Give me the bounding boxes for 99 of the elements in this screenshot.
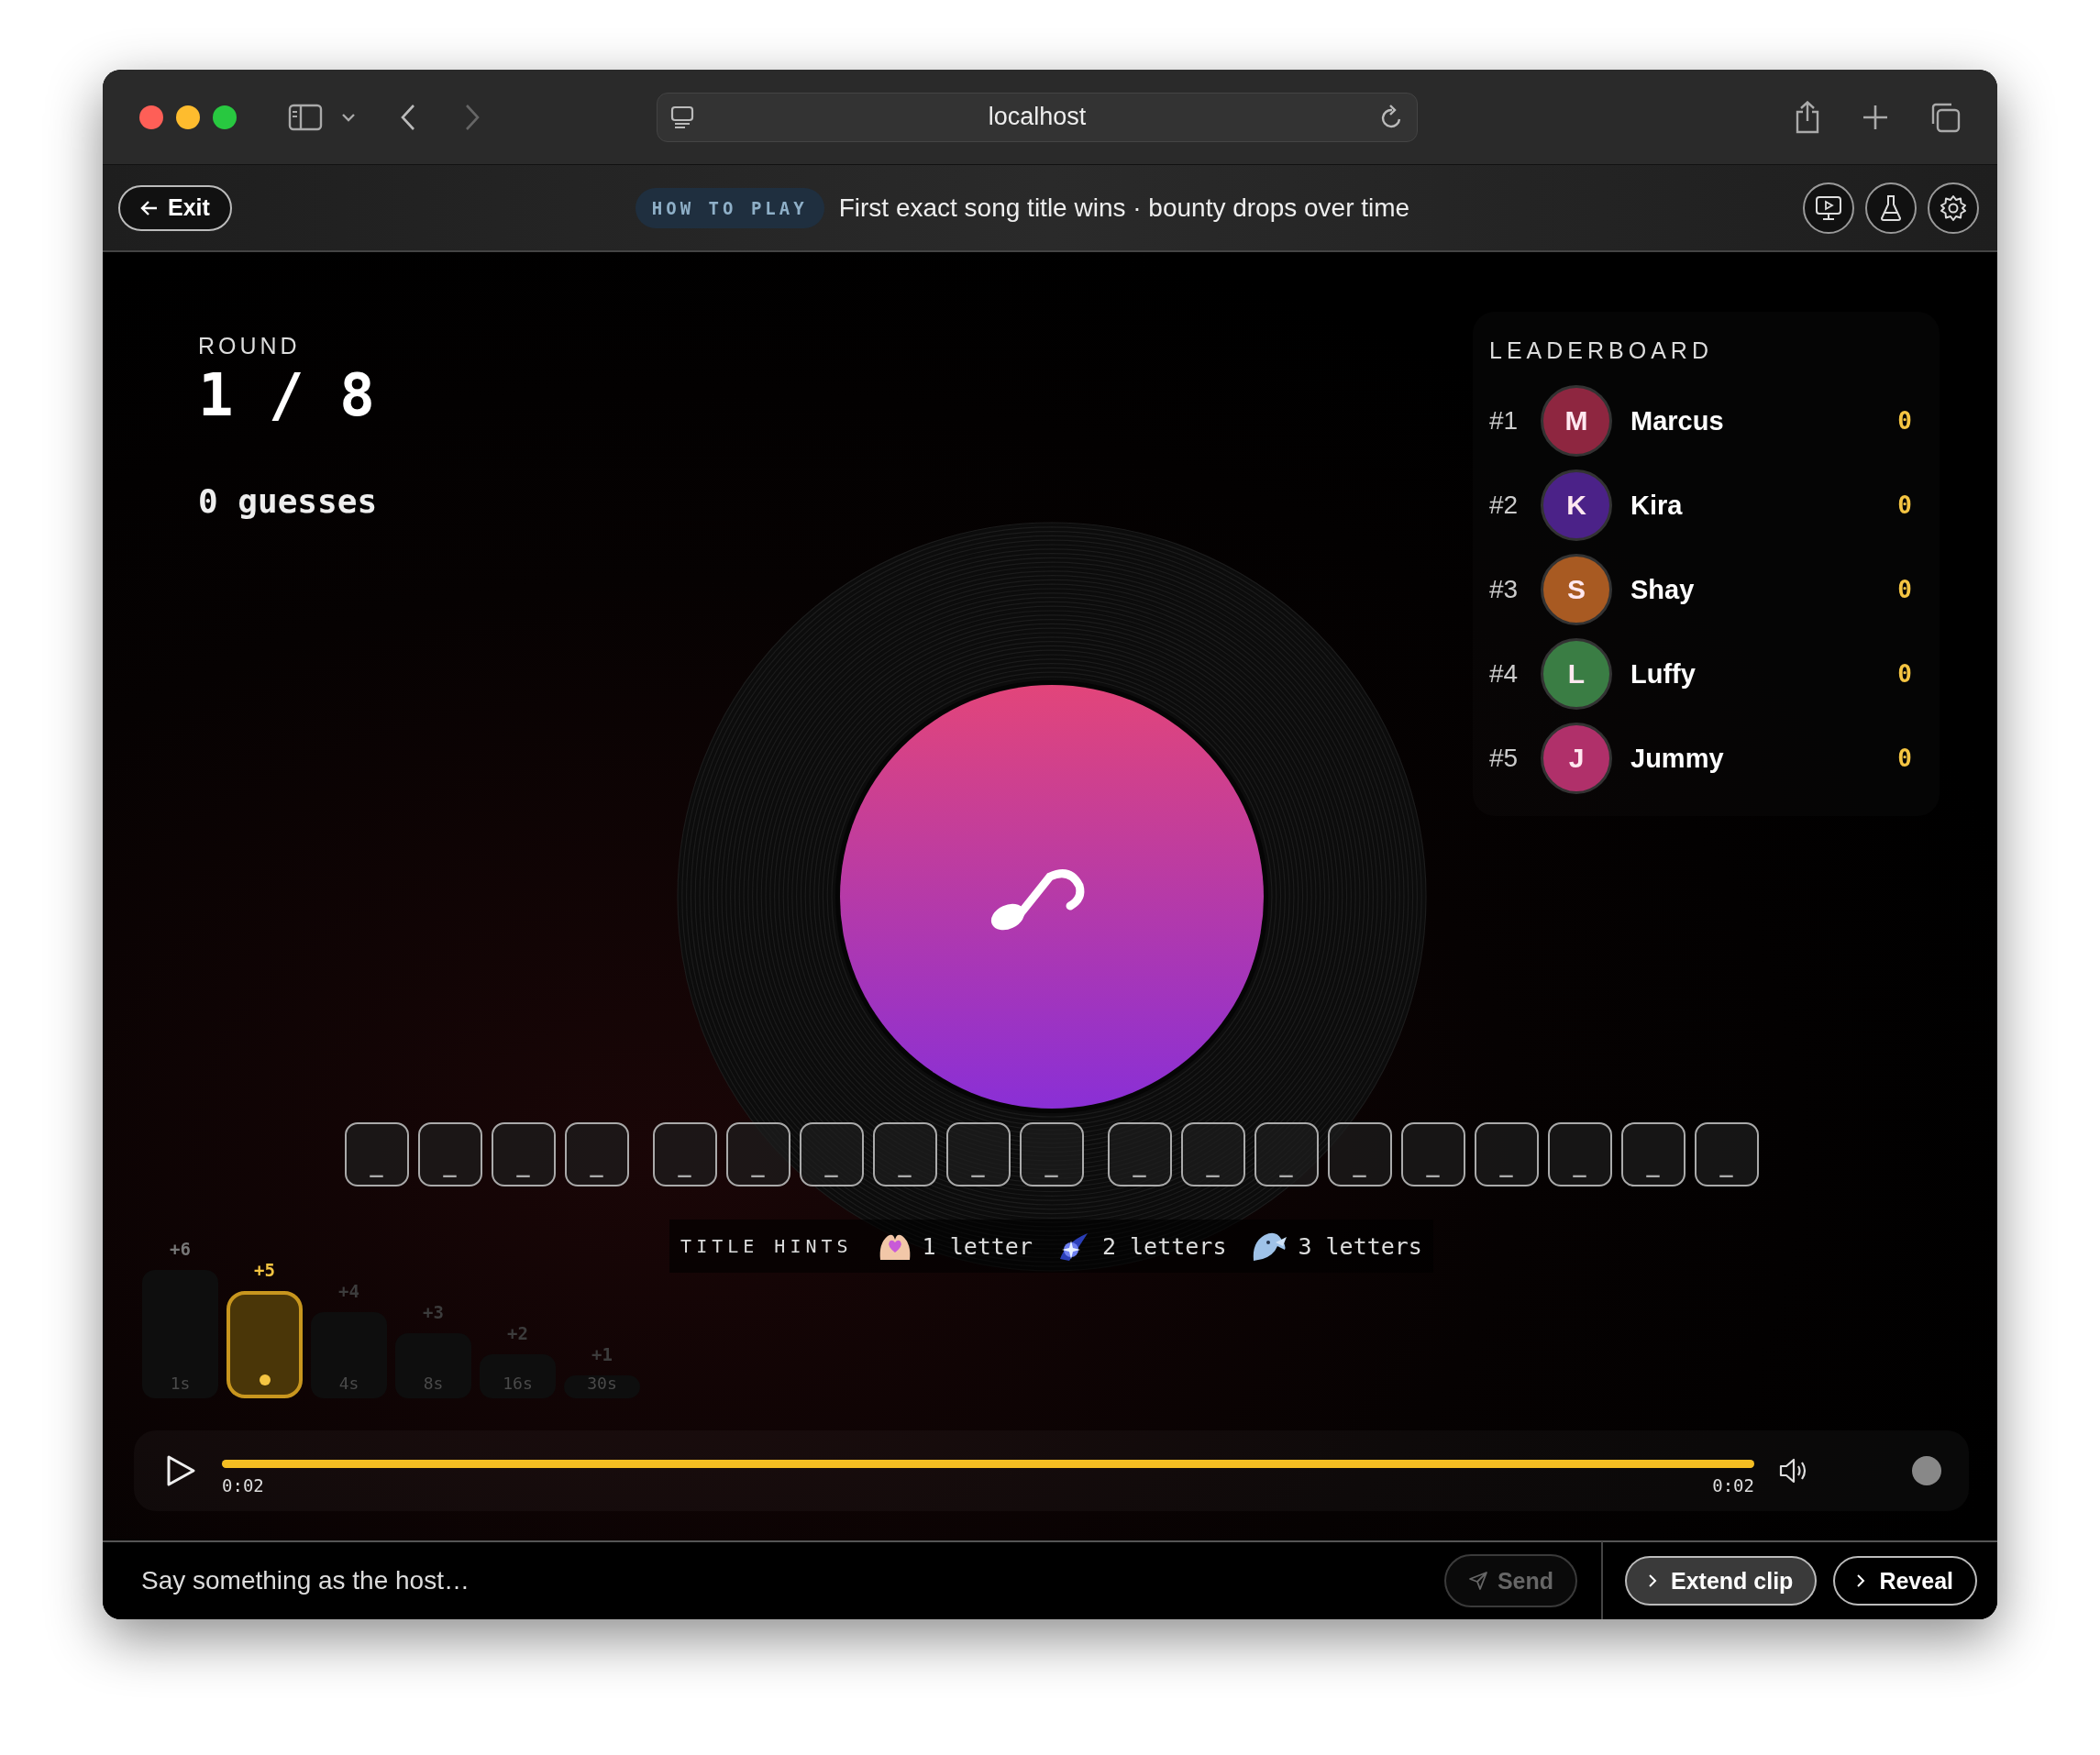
screen-icon	[1815, 194, 1842, 221]
zoom-window-button[interactable]	[213, 105, 237, 129]
round-label: ROUND	[198, 333, 302, 359]
letter-slot: _	[1254, 1122, 1319, 1187]
bounty-step[interactable]: 16s	[480, 1354, 556, 1398]
forward-icon[interactable]	[464, 103, 481, 131]
flask-button[interactable]	[1865, 182, 1917, 234]
letter-slot: _	[1019, 1122, 1084, 1187]
player-avatar: L	[1541, 638, 1612, 710]
chevron-down-icon[interactable]	[341, 112, 356, 122]
player-rank: #3	[1489, 575, 1520, 604]
page-icon	[670, 105, 694, 129]
hint-text: 3 letters	[1298, 1232, 1422, 1260]
letter-slot: _	[1620, 1122, 1686, 1187]
screen-play-button[interactable]	[1803, 182, 1854, 234]
share-icon[interactable]	[1794, 100, 1821, 134]
letter-slot: _	[564, 1122, 629, 1187]
player-rank: #1	[1489, 406, 1520, 436]
total-time: 0:02	[1712, 1474, 1754, 1496]
leaderboard-title: LEADERBOARD	[1489, 337, 1714, 364]
player-name: Jummy	[1630, 743, 1725, 774]
exit-button[interactable]: Exit	[118, 184, 232, 231]
letter-slot: _	[417, 1122, 482, 1187]
back-icon[interactable]	[400, 103, 416, 131]
bounty-points: +1	[591, 1344, 613, 1364]
bounty-time: 30s	[587, 1374, 617, 1393]
bounty-step[interactable]: 30s	[564, 1375, 640, 1398]
new-tab-icon[interactable]	[1862, 103, 1889, 131]
player-avatar: J	[1541, 723, 1612, 794]
close-window-button[interactable]	[139, 105, 163, 129]
volume-knob[interactable]	[1912, 1456, 1941, 1485]
tabs-overview-icon[interactable]	[1929, 101, 1961, 133]
player-score: 0	[1897, 407, 1912, 435]
letter-slot: _	[1180, 1122, 1245, 1187]
player-rank: #2	[1489, 491, 1520, 520]
player-name: Shay	[1630, 574, 1696, 605]
letter-slot: _	[799, 1122, 864, 1187]
bounty-time: 16s	[503, 1374, 533, 1393]
chat-input[interactable]: Say something as the host…	[139, 1565, 1444, 1596]
bounty-points: +2	[507, 1323, 528, 1343]
flask-icon	[1879, 193, 1903, 222]
music-note-icon	[990, 869, 1084, 931]
letter-slot: _	[1694, 1122, 1759, 1187]
bounty-time: 8s	[423, 1374, 444, 1393]
chevron-right-icon	[1647, 1573, 1658, 1589]
bounty-step[interactable]: 4s	[311, 1312, 387, 1398]
player-score: 0	[1897, 745, 1912, 772]
player-avatar: K	[1541, 469, 1612, 541]
bounty-points: +4	[338, 1281, 359, 1301]
player-name: Marcus	[1630, 405, 1725, 436]
bounty-step[interactable]	[227, 1291, 303, 1398]
letter-slot: _	[872, 1122, 937, 1187]
send-icon	[1467, 1571, 1488, 1591]
bounty-time: 4s	[338, 1374, 359, 1393]
current-step-dot	[259, 1374, 271, 1385]
player-avatar: S	[1541, 554, 1612, 625]
player-rank: #5	[1489, 744, 1520, 773]
letter-slot: _	[652, 1122, 717, 1187]
guess-count: 0 guesses	[198, 482, 379, 520]
address-bar[interactable]: localhost	[657, 92, 1418, 142]
letter-slot: _	[1474, 1122, 1539, 1187]
elapsed-time: 0:02	[222, 1474, 264, 1496]
player-score: 0	[1897, 491, 1912, 519]
settings-button[interactable]	[1928, 182, 1979, 234]
player-name: Luffy	[1630, 658, 1697, 690]
minimize-window-button[interactable]	[176, 105, 200, 129]
hint-text: 1 letter	[922, 1232, 1033, 1260]
letter-slot: _	[1547, 1122, 1612, 1187]
player-avatar: M	[1541, 385, 1612, 457]
how-to-play-badge: HOW TO PLAY	[635, 187, 824, 228]
letter-slot: _	[725, 1122, 790, 1187]
bounty-time: 1s	[170, 1374, 191, 1393]
gear-icon	[1940, 193, 1967, 222]
letter-slot: _	[1107, 1122, 1172, 1187]
letter-slot: _	[1400, 1122, 1465, 1187]
hint-text: 2 letters	[1101, 1232, 1227, 1260]
letter-slot: _	[344, 1122, 409, 1187]
player-score: 0	[1897, 576, 1912, 603]
arrow-left-icon	[140, 199, 159, 216]
chevron-right-icon	[1855, 1573, 1867, 1589]
player-name: Kira	[1630, 490, 1684, 521]
bounty-points: +5	[254, 1260, 275, 1280]
letter-slot: _	[945, 1122, 1011, 1187]
bounty-step[interactable]: 8s	[395, 1333, 471, 1398]
bounty-points: +3	[423, 1302, 444, 1322]
bounty-step[interactable]: 1s	[142, 1270, 218, 1398]
action-button[interactable]: Reveal	[1833, 1556, 1977, 1606]
hints-label: TITLE HINTS	[680, 1235, 853, 1257]
round-counter: 1 / 8	[198, 361, 376, 429]
tagline: First exact song title wins · bounty drops over time	[838, 193, 1410, 223]
bounty-points: +6	[170, 1239, 191, 1259]
letter-slot: _	[1327, 1122, 1392, 1187]
player-score: 0	[1897, 660, 1912, 688]
sidebar-icon[interactable]	[288, 103, 323, 131]
player-rank: #4	[1489, 659, 1520, 689]
url-text: localhost	[987, 103, 1088, 131]
play-icon[interactable]	[165, 1454, 196, 1487]
letter-slot: _	[491, 1122, 556, 1187]
action-button[interactable]: Extend clip	[1625, 1556, 1818, 1606]
